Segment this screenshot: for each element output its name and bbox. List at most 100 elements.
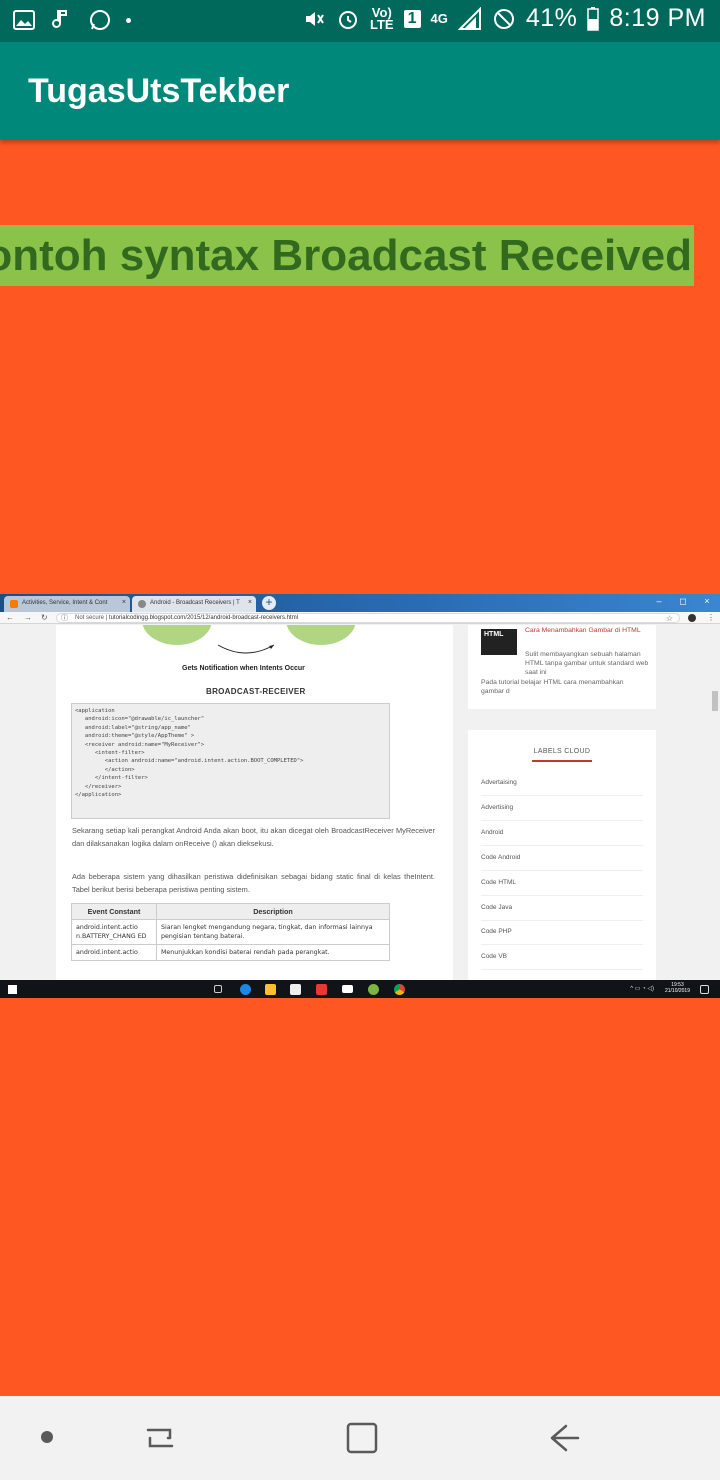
security-label: Not secure (75, 615, 105, 621)
app-bar: TugasUtsTekber (0, 42, 720, 140)
sim-indicator: 1 (403, 9, 421, 28)
table-header: Description (156, 903, 390, 920)
labels-cloud-widget: LABELS CLOUD Advertaising Advertising An… (468, 730, 656, 980)
forward-icon: → (24, 613, 32, 622)
omnibox: ⓘ Not secure | tutorialcodingg.blogspot.… (56, 613, 680, 623)
store-icon (290, 984, 301, 995)
code-line: </receiver> (75, 783, 122, 790)
table-cell: android.intent.actio (71, 944, 157, 961)
system-tray-icons: ^ ▭ ◔ ◁) (630, 986, 654, 992)
new-tab-icon: + (262, 596, 276, 610)
whatsapp-notification-icon (90, 10, 110, 30)
edge-icon (240, 984, 251, 995)
label-item: Code VB (481, 945, 643, 970)
taskbar-clock: 19:53 21/10/2019 (665, 982, 690, 994)
more-notifications-dot (126, 17, 131, 23)
embedded-browser-screenshot: Activities, Service, Intent & Cont × And… (0, 594, 720, 998)
home-icon[interactable] (342, 1418, 382, 1458)
nav-dot-icon[interactable] (41, 1431, 53, 1443)
chrome-icon (394, 984, 405, 995)
windows-start-icon (8, 985, 17, 994)
windows-taskbar: ^ ▭ ◔ ◁) 19:53 21/10/2019 (0, 980, 720, 998)
file-explorer-icon (265, 984, 276, 995)
code-block: <application android:icon="@drawable/ic_… (71, 703, 390, 819)
heading-text: Contoh syntax Broadcast Received (0, 231, 692, 280)
maximize-icon: ◻ (679, 596, 687, 606)
section-title: BROADCAST-RECEIVER (206, 687, 306, 696)
gallery-notification-icon (13, 10, 35, 30)
status-bar: Vo) LTE 1 4G 41% 8:19 PM (0, 0, 720, 42)
page-url: tutorialcodingg.blogspot.com/2015/12/and… (108, 615, 299, 621)
do-not-disturb-icon (493, 8, 514, 29)
code-line: android:icon="@drawable/ic_launcher" (75, 716, 205, 723)
close-tab-icon: × (247, 599, 252, 606)
code-line: android:theme="@style/AppTheme" > (75, 733, 195, 740)
code-line: <application (75, 708, 115, 714)
code-line: <action android:name="android.intent.act… (75, 758, 304, 765)
table-row: android.intent.actio Menunjukkan kondisi… (71, 944, 390, 961)
table-header: Event Constant (71, 903, 157, 920)
code-line: <intent-filter> (75, 750, 145, 757)
labels-cloud-heading: LABELS CLOUD (533, 748, 591, 755)
sidebar-post-desc2: Pada tutorial belajar HTML cara menambah… (481, 679, 624, 695)
signal-icon (457, 6, 481, 30)
notification-center-icon (700, 985, 709, 994)
system-navigation-bar (0, 1396, 720, 1480)
diagram-arrow-icon (217, 644, 275, 654)
browser-address-bar: ← → ↻ ⓘ Not secure | tutorialcodingg.blo… (0, 612, 720, 624)
back-icon[interactable] (544, 1418, 584, 1458)
article-paragraph: Sekarang setiap kali perangkat Android A… (72, 826, 435, 848)
recent-apps-icon[interactable] (140, 1418, 180, 1458)
diagram-cloud-left (142, 625, 212, 645)
task-view-icon (214, 985, 222, 993)
back-icon: ← (6, 613, 14, 622)
sidebar-post-desc: Sulit membayangkan sebuah halaman HTML t… (525, 651, 649, 676)
code-line: </action> (75, 766, 135, 773)
battery-percent: 41% (525, 4, 578, 32)
mail-icon (342, 985, 353, 993)
office-icon (316, 984, 327, 995)
battery-icon (587, 6, 600, 31)
label-item: Code Android (481, 846, 643, 871)
close-tab-icon: × (121, 599, 126, 606)
sidebar-post-title: Cara Menambahkan Gambar di HTML (525, 627, 641, 634)
bookmark-star-icon: ☆ (665, 614, 673, 623)
sidebar-post-card: HTML Cara Menambahkan Gambar di HTML Sul… (468, 625, 656, 709)
table-cell: Siaran lengket mengandung negara, tingka… (156, 919, 390, 945)
table-cell: Menunjukkan kondisi baterai rendah pada … (156, 944, 390, 961)
article-paragraph: Ada beberapa sistem yang dihasilkan peri… (72, 872, 435, 894)
code-line: android:label="@string/app_name" (75, 724, 191, 731)
label-item: Code HTML (481, 871, 643, 896)
label-item: Advertaising (481, 771, 643, 796)
menu-kebab-icon: ⋮ (707, 613, 715, 622)
app-title: TugasUtsTekber (28, 72, 290, 110)
code-line: </application> (75, 792, 122, 799)
code-line: <receiver android:name="MyReceiver"> (75, 741, 205, 748)
alarm-icon (339, 10, 357, 29)
browser-tab: Activities, Service, Intent & Cont × (4, 596, 130, 612)
network-type: 4G (430, 10, 448, 26)
heading-banner: Contoh syntax Broadcast Received (0, 225, 694, 286)
volte-icon: Vo) LTE (370, 4, 394, 32)
clock: 8:19 PM (609, 4, 706, 32)
close-window-icon: × (704, 596, 710, 606)
scrollbar-thumb (712, 691, 718, 711)
label-item: Android (481, 821, 643, 846)
html-badge-icon: HTML (481, 629, 517, 655)
label-item: Advertising (481, 796, 643, 821)
music-notification-icon (52, 10, 67, 28)
info-icon: ⓘ (61, 615, 68, 622)
diagram-caption: Gets Notification when Intents Occur (182, 665, 305, 672)
table-cell: android.intent.actio n.BATTERY_CHANG ED (71, 919, 157, 945)
profile-avatar-icon (688, 614, 696, 622)
browser-tab-bar: Activities, Service, Intent & Cont × And… (0, 594, 720, 612)
reload-icon: ↻ (41, 613, 48, 622)
label-item: Code PHP (481, 920, 643, 945)
diagram-cloud-right (286, 625, 356, 645)
table-header-row: Event Constant Description (71, 903, 390, 920)
blogger-favicon-icon (10, 600, 18, 608)
globe-favicon-icon (138, 600, 146, 608)
code-line: </intent-filter> (75, 775, 148, 782)
browser-tab-active: Android - Broadcast Receivers | T × (132, 596, 256, 612)
page-scrollbar (709, 625, 720, 980)
